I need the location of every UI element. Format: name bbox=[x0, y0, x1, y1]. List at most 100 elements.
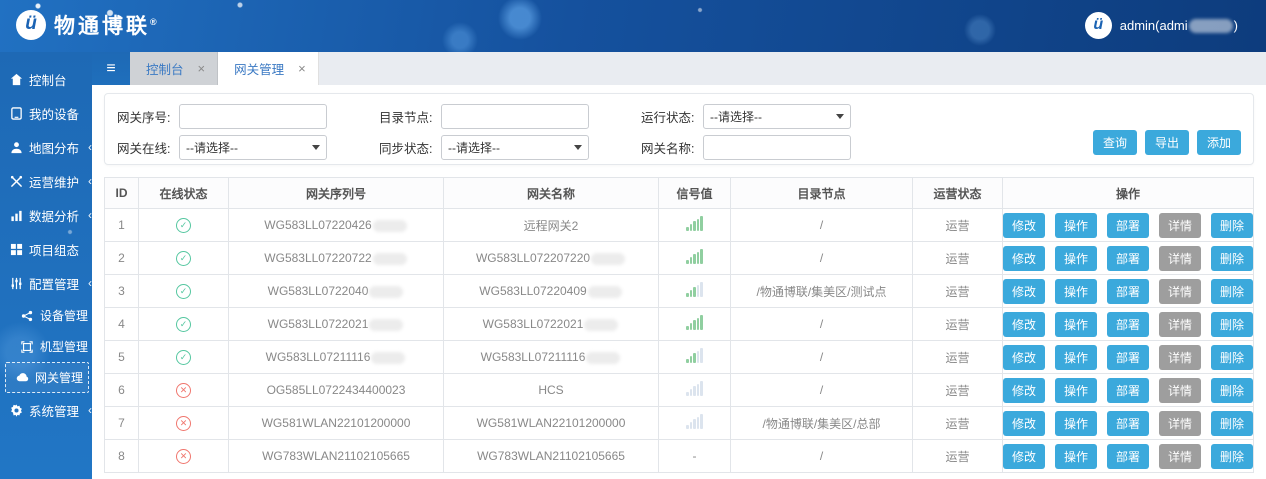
row-action-button-4[interactable]: 详情 bbox=[1159, 411, 1201, 436]
row-action-button-3[interactable]: 部署 bbox=[1107, 279, 1149, 304]
row-action-button-5[interactable]: 删除 bbox=[1211, 312, 1253, 337]
table-row: 5✓WG583LL07211116WG583LL07211116/运营修改操作部… bbox=[105, 341, 1254, 374]
row-action-button-2[interactable]: 操作 bbox=[1055, 345, 1097, 370]
cell-name-text: WG581WLAN22101200000 bbox=[477, 416, 626, 430]
row-action-button-1[interactable]: 修改 bbox=[1003, 411, 1045, 436]
sidebar-item-1[interactable]: 控制台 bbox=[0, 62, 92, 96]
cell-directory-node-text: /物通博联/集美区/测试点 bbox=[756, 285, 886, 299]
row-action-button-5[interactable]: 删除 bbox=[1211, 378, 1253, 403]
gateway-online-select-field: 网关在线:--请选择-- bbox=[117, 135, 379, 160]
row-action-button-2[interactable]: 操作 bbox=[1055, 213, 1097, 238]
cell-directory-node-text: / bbox=[820, 251, 823, 265]
cell-online-status: ✓ bbox=[139, 275, 229, 308]
cell-serial: WG783WLAN21102105665 bbox=[229, 440, 444, 473]
sidebar-item-8[interactable]: 设备管理 bbox=[0, 300, 92, 331]
sidebar-item-6[interactable]: 项目组态 bbox=[0, 232, 92, 266]
query-button[interactable]: 查询 bbox=[1093, 130, 1137, 155]
row-action-button-4[interactable]: 详情 bbox=[1159, 213, 1201, 238]
row-action-button-5[interactable]: 删除 bbox=[1211, 213, 1253, 238]
sidebar-item-5[interactable]: 数据分析‹ bbox=[0, 198, 92, 232]
close-icon[interactable]: × bbox=[298, 61, 306, 76]
row-action-button-1[interactable]: 修改 bbox=[1003, 312, 1045, 337]
cell-operation-status-text: 运营 bbox=[945, 384, 969, 398]
sync-status-select-field: 同步状态:--请选择-- bbox=[379, 135, 641, 160]
sidebar-item-3[interactable]: 地图分布‹ bbox=[0, 130, 92, 164]
row-action-button-2[interactable]: 操作 bbox=[1055, 378, 1097, 403]
cell-operation-status: 运营 bbox=[913, 275, 1003, 308]
cell-serial: WG583LL07220722 bbox=[229, 242, 444, 275]
sidebar-item-4[interactable]: 运营维护‹ bbox=[0, 164, 92, 198]
row-action-button-1[interactable]: 修改 bbox=[1003, 279, 1045, 304]
cell-actions: 修改操作部署详情删除 bbox=[1003, 242, 1254, 275]
cell-serial-text: WG583LL0722021 bbox=[268, 317, 369, 331]
sidebar-item-11[interactable]: 系统管理‹ bbox=[0, 393, 92, 427]
close-icon[interactable]: × bbox=[198, 61, 206, 76]
column-header: 网关序列号 bbox=[229, 178, 444, 209]
sidebar-item-7[interactable]: 配置管理‹ bbox=[0, 266, 92, 300]
sidebar-item-label: 控制台 bbox=[29, 70, 67, 89]
cell-operation-status: 运营 bbox=[913, 407, 1003, 440]
row-action-button-3[interactable]: 部署 bbox=[1107, 246, 1149, 271]
cell-serial-text: WG583LL07220426 bbox=[264, 218, 371, 232]
directory-node-input[interactable] bbox=[441, 104, 589, 129]
row-action-button-4[interactable]: 详情 bbox=[1159, 279, 1201, 304]
row-action-button-4[interactable]: 详情 bbox=[1159, 312, 1201, 337]
row-action-button-5[interactable]: 删除 bbox=[1211, 411, 1253, 436]
row-action-button-3[interactable]: 部署 bbox=[1107, 345, 1149, 370]
row-action-button-4[interactable]: 详情 bbox=[1159, 444, 1201, 469]
export-button[interactable]: 导出 bbox=[1145, 130, 1189, 155]
running-status-select-field: 运行状态:--请选择-- bbox=[641, 104, 903, 129]
row-action-button-5[interactable]: 删除 bbox=[1211, 345, 1253, 370]
row-action-button-2[interactable]: 操作 bbox=[1055, 246, 1097, 271]
x-circle-icon: ✕ bbox=[176, 449, 191, 464]
sidebar-item-10[interactable]: 网关管理 bbox=[5, 362, 89, 393]
row-action-button-5[interactable]: 删除 bbox=[1211, 444, 1253, 469]
row-action-button-2[interactable]: 操作 bbox=[1055, 312, 1097, 337]
row-action-button-5[interactable]: 删除 bbox=[1211, 279, 1253, 304]
check-circle-icon: ✓ bbox=[176, 218, 191, 233]
cell-directory-node-text: / bbox=[820, 350, 823, 364]
sidebar-toggle-button[interactable]: ≡ bbox=[92, 52, 130, 85]
signal-bars-icon bbox=[686, 282, 703, 297]
add-button[interactable]: 添加 bbox=[1197, 130, 1241, 155]
tab-1[interactable]: 控制台× bbox=[130, 52, 218, 85]
running-status-select[interactable]: --请选择-- bbox=[703, 104, 851, 129]
tab-2[interactable]: 网关管理× bbox=[218, 52, 319, 85]
row-action-button-1[interactable]: 修改 bbox=[1003, 345, 1045, 370]
row-action-button-1[interactable]: 修改 bbox=[1003, 246, 1045, 271]
column-header: 操作 bbox=[1003, 178, 1254, 209]
cell-directory-node-text: / bbox=[820, 383, 823, 397]
check-circle-icon: ✓ bbox=[176, 350, 191, 365]
brand-name: 物通博联 bbox=[54, 15, 150, 38]
user-menu[interactable]: ü admin(admi ) bbox=[1085, 12, 1238, 39]
row-action-button-4[interactable]: 详情 bbox=[1159, 246, 1201, 271]
row-action-button-3[interactable]: 部署 bbox=[1107, 444, 1149, 469]
gateway-serial-input[interactable] bbox=[179, 104, 327, 129]
row-action-button-4[interactable]: 详情 bbox=[1159, 378, 1201, 403]
row-action-button-3[interactable]: 部署 bbox=[1107, 312, 1149, 337]
row-action-button-3[interactable]: 部署 bbox=[1107, 411, 1149, 436]
row-action-button-2[interactable]: 操作 bbox=[1055, 411, 1097, 436]
brand-logo-icon: ü bbox=[16, 10, 46, 40]
cell-operation-status-text: 运营 bbox=[945, 252, 969, 266]
sidebar-item-2[interactable]: 我的设备 bbox=[0, 96, 92, 130]
row-action-button-3[interactable]: 部署 bbox=[1107, 213, 1149, 238]
brand-logo-text: 物通博联® bbox=[54, 10, 160, 40]
gateway-online-select[interactable]: --请选择-- bbox=[179, 135, 327, 160]
gateway-name-input[interactable] bbox=[703, 135, 851, 160]
sidebar-item-9[interactable]: 机型管理 bbox=[0, 331, 92, 362]
row-action-button-1[interactable]: 修改 bbox=[1003, 378, 1045, 403]
cell-serial: WG583LL07211116 bbox=[229, 341, 444, 374]
row-action-button-5[interactable]: 删除 bbox=[1211, 246, 1253, 271]
row-action-button-3[interactable]: 部署 bbox=[1107, 378, 1149, 403]
row-action-button-1[interactable]: 修改 bbox=[1003, 213, 1045, 238]
cell-id: 1 bbox=[105, 209, 139, 242]
row-action-button-2[interactable]: 操作 bbox=[1055, 444, 1097, 469]
row-action-button-4[interactable]: 详情 bbox=[1159, 345, 1201, 370]
sync-status-select[interactable]: --请选择-- bbox=[441, 135, 589, 160]
cell-online-status: ✓ bbox=[139, 341, 229, 374]
row-action-button-2[interactable]: 操作 bbox=[1055, 279, 1097, 304]
row-action-button-1[interactable]: 修改 bbox=[1003, 444, 1045, 469]
redacted-text bbox=[584, 319, 618, 331]
cell-directory-node-text: / bbox=[820, 218, 823, 232]
